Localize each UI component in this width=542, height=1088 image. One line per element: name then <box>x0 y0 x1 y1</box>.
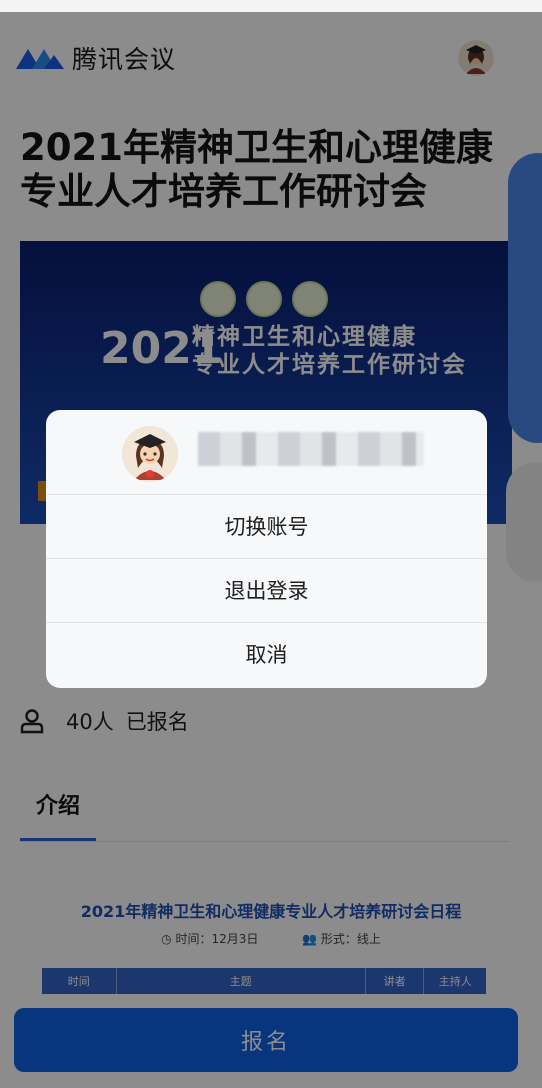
switch-account-option[interactable]: 切换账号 <box>46 494 487 559</box>
status-strip <box>0 0 542 12</box>
logout-option[interactable]: 退出登录 <box>46 558 487 623</box>
user-avatar-icon <box>122 426 178 482</box>
cancel-option[interactable]: 取消 <box>46 622 487 686</box>
account-avatar <box>122 426 178 482</box>
account-info <box>46 410 487 495</box>
account-action-sheet: 切换账号 退出登录 取消 <box>46 410 487 688</box>
account-name-redacted <box>198 432 424 466</box>
